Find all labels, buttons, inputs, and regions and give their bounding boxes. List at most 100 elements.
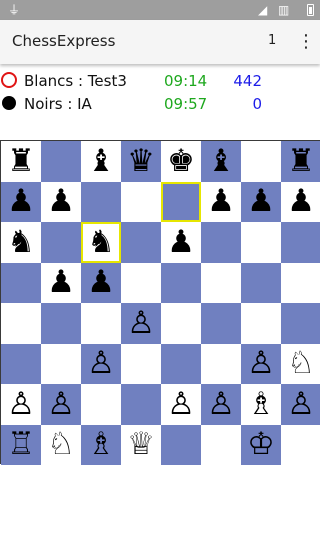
- square-h1[interactable]: [281, 424, 320, 465]
- square-f7[interactable]: ♟: [201, 181, 241, 222]
- square-a7[interactable]: ♟: [1, 181, 41, 222]
- square-g7[interactable]: ♟: [241, 181, 281, 222]
- square-d6[interactable]: [121, 222, 161, 263]
- square-d8[interactable]: ♛: [121, 141, 161, 182]
- black-rook-icon[interactable]: ♜: [7, 145, 35, 177]
- white-pawn-icon[interactable]: ♙: [7, 388, 35, 420]
- square-f3[interactable]: [201, 343, 241, 384]
- black-pawn-icon[interactable]: ♟: [47, 267, 75, 298]
- square-g8[interactable]: [241, 141, 281, 182]
- square-b6[interactable]: [41, 222, 81, 263]
- square-h2[interactable]: ♙: [281, 384, 320, 425]
- square-c8[interactable]: ♝: [81, 141, 121, 182]
- white-king-icon[interactable]: ♔: [247, 429, 275, 460]
- black-pawn-icon[interactable]: ♟: [207, 186, 235, 217]
- black-knight-icon[interactable]: ♞: [7, 226, 35, 258]
- white-pawn-icon[interactable]: ♙: [127, 307, 155, 339]
- square-f5[interactable]: [201, 262, 241, 303]
- square-e4[interactable]: [161, 303, 201, 344]
- square-d1[interactable]: ♕: [121, 424, 161, 465]
- square-h5[interactable]: [281, 262, 320, 303]
- square-b3[interactable]: [41, 343, 81, 384]
- app-title: ChessExpress: [12, 32, 116, 50]
- square-d4[interactable]: ♙: [121, 303, 161, 344]
- square-g3[interactable]: ♙: [241, 343, 281, 384]
- square-c5[interactable]: ♟: [81, 262, 121, 303]
- white-rook-icon[interactable]: ♖: [7, 429, 35, 460]
- square-a8[interactable]: ♜: [1, 141, 41, 182]
- square-b7[interactable]: ♟: [41, 181, 81, 222]
- overflow-menu-icon[interactable]: ⋮: [296, 30, 316, 54]
- square-b5[interactable]: ♟: [41, 262, 81, 303]
- white-pawn-icon[interactable]: ♙: [207, 388, 235, 420]
- square-b8[interactable]: [41, 141, 81, 182]
- square-c6[interactable]: ♞: [81, 222, 121, 263]
- white-queen-icon[interactable]: ♕: [127, 429, 155, 460]
- square-a6[interactable]: ♞: [1, 222, 41, 263]
- square-h8[interactable]: ♜: [281, 141, 320, 182]
- square-a3[interactable]: [1, 343, 41, 384]
- square-g4[interactable]: [241, 303, 281, 344]
- black-pawn-icon[interactable]: ♟: [167, 226, 195, 258]
- white-pawn-icon[interactable]: ♙: [167, 388, 195, 420]
- black-bishop-icon[interactable]: ♝: [207, 145, 235, 177]
- square-g2[interactable]: ♗: [241, 384, 281, 425]
- square-c7[interactable]: [81, 181, 121, 222]
- move-counter[interactable]: 1: [268, 33, 276, 48]
- white-pawn-icon[interactable]: ♙: [87, 348, 115, 379]
- black-king-icon[interactable]: ♚: [167, 145, 195, 177]
- chess-board[interactable]: ♜ ♝ ♛ ♚ ♝ ♜ ♟ ♟ ♟ ♟ ♟ ♞ ♞ ♟ ♟ ♟ ♙ ♙ ♙ ♘ ♙ ♙ ♙ ♙ ♗ ♙ ♖ ♘ ♗ ♕ ♔: [0, 140, 320, 465]
- square-d3[interactable]: [121, 343, 161, 384]
- square-b2[interactable]: ♙: [41, 384, 81, 425]
- square-g6[interactable]: [241, 222, 281, 263]
- black-bishop-icon[interactable]: ♝: [87, 145, 115, 177]
- black-pawn-icon[interactable]: ♟: [87, 267, 115, 298]
- square-e3[interactable]: [161, 343, 201, 384]
- black-queen-icon[interactable]: ♛: [127, 145, 155, 177]
- square-d7[interactable]: [121, 181, 161, 222]
- square-f6[interactable]: [201, 222, 241, 263]
- square-b1[interactable]: ♘: [41, 424, 81, 465]
- white-knight-icon[interactable]: ♘: [47, 429, 75, 460]
- square-a5[interactable]: [1, 262, 41, 303]
- square-h4[interactable]: [281, 303, 320, 344]
- white-pawn-icon[interactable]: ♙: [47, 388, 75, 420]
- square-f4[interactable]: [201, 303, 241, 344]
- square-f1[interactable]: [201, 424, 241, 465]
- black-rook-icon[interactable]: ♜: [287, 145, 315, 177]
- square-h6[interactable]: [281, 222, 320, 263]
- square-d5[interactable]: [121, 262, 161, 303]
- square-e6[interactable]: ♟: [161, 222, 201, 263]
- square-a4[interactable]: [1, 303, 41, 344]
- black-pawn-icon[interactable]: ♟: [47, 186, 75, 217]
- square-g5[interactable]: [241, 262, 281, 303]
- square-c2[interactable]: [81, 384, 121, 425]
- square-a2[interactable]: ♙: [1, 384, 41, 425]
- square-h3[interactable]: ♘: [281, 343, 320, 384]
- square-a1[interactable]: ♖: [1, 424, 41, 465]
- white-pawn-icon[interactable]: ♙: [247, 348, 275, 379]
- square-h7[interactable]: ♟: [281, 181, 320, 222]
- square-d2[interactable]: [121, 384, 161, 425]
- black-pawn-icon[interactable]: ♟: [7, 186, 35, 217]
- square-c1[interactable]: ♗: [81, 424, 121, 465]
- black-knight-icon[interactable]: ♞: [87, 226, 115, 258]
- black-score: 0: [252, 95, 262, 113]
- black-pawn-icon[interactable]: ♟: [247, 186, 275, 217]
- white-bishop-icon[interactable]: ♗: [247, 388, 275, 420]
- square-e5[interactable]: [161, 262, 201, 303]
- white-pawn-icon[interactable]: ♙: [287, 388, 315, 420]
- square-c4[interactable]: [81, 303, 121, 344]
- square-e1[interactable]: [161, 424, 201, 465]
- square-e2[interactable]: ♙: [161, 384, 201, 425]
- white-bishop-icon[interactable]: ♗: [87, 429, 115, 460]
- square-c3[interactable]: ♙: [81, 343, 121, 384]
- square-f8[interactable]: ♝: [201, 141, 241, 182]
- white-knight-icon[interactable]: ♘: [287, 348, 315, 379]
- square-f2[interactable]: ♙: [201, 384, 241, 425]
- black-pawn-icon[interactable]: ♟: [287, 186, 315, 217]
- square-e7[interactable]: [161, 181, 201, 222]
- square-b4[interactable]: [41, 303, 81, 344]
- square-g1[interactable]: ♔: [241, 424, 281, 465]
- square-e8[interactable]: ♚: [161, 141, 201, 182]
